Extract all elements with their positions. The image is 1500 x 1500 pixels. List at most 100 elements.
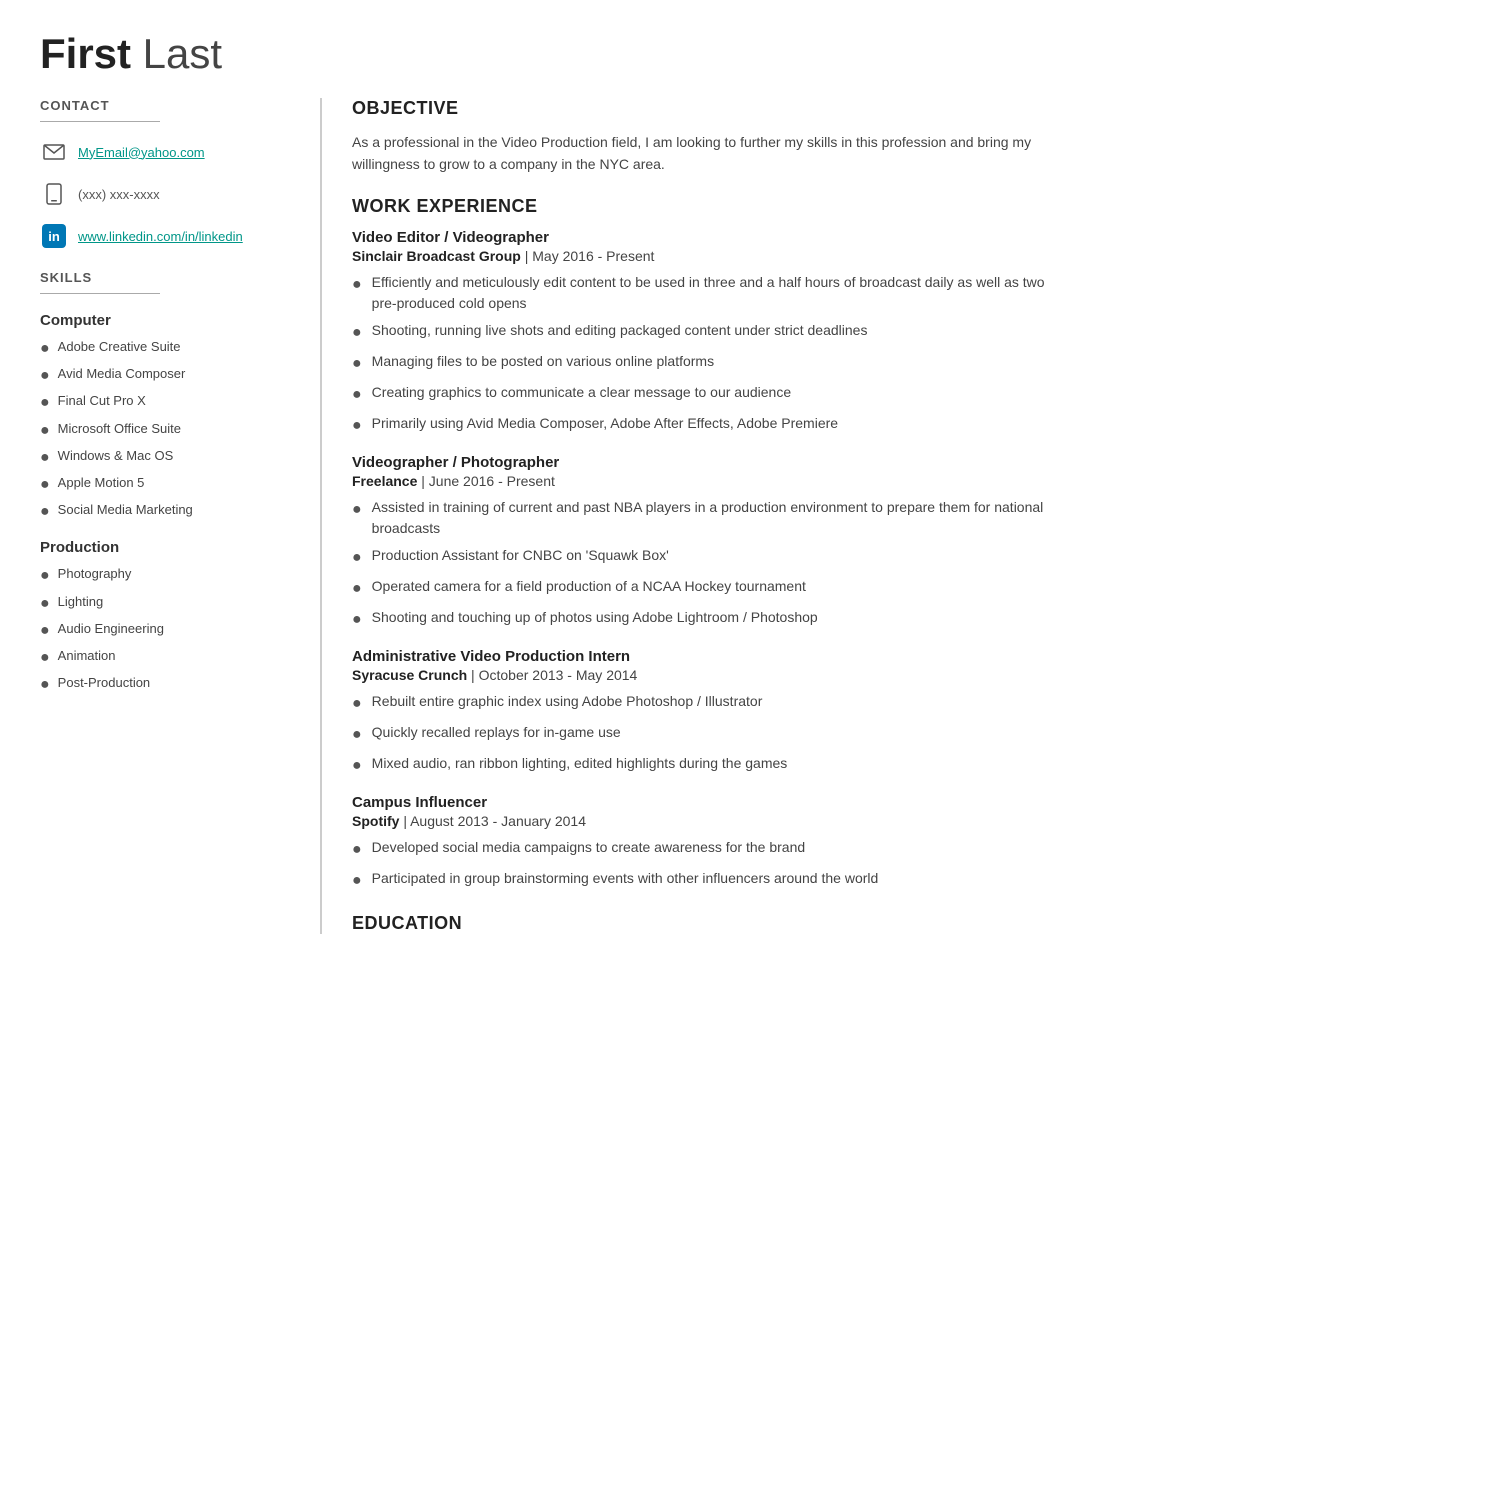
- bullet-dot: ●: [352, 414, 362, 438]
- skills-divider: [40, 293, 160, 294]
- job-company-3: Syracuse Crunch | October 2013 - May 201…: [352, 667, 1060, 683]
- bullet-text: Efficiently and meticulously edit conten…: [372, 272, 1060, 314]
- job-company-4: Spotify | August 2013 - January 2014: [352, 813, 1060, 829]
- skill-item: ● Windows & Mac OS: [40, 448, 300, 467]
- skill-item: ● Avid Media Composer: [40, 366, 300, 385]
- objective-text: As a professional in the Video Productio…: [352, 131, 1060, 176]
- first-name: First: [40, 30, 131, 77]
- bullet: ●: [40, 475, 50, 494]
- contact-phone-row: (xxx) xxx-xxxx: [40, 180, 300, 208]
- bullet-dot: ●: [352, 692, 362, 716]
- skills-title: SKILLS: [40, 270, 300, 285]
- bullet-text: Primarily using Avid Media Composer, Ado…: [372, 413, 838, 434]
- name-header: First Last: [40, 30, 1060, 78]
- skill-label: Adobe Creative Suite: [58, 339, 181, 354]
- bullet: ●: [40, 339, 50, 358]
- job-entry-4: Campus Influencer Spotify | August 2013 …: [352, 794, 1060, 893]
- phone-icon: [40, 180, 68, 208]
- skill-item: ● Final Cut Pro X: [40, 393, 300, 412]
- bullet-dot: ●: [352, 838, 362, 862]
- skill-item: ●Lighting: [40, 594, 300, 613]
- skill-item: ●Animation: [40, 648, 300, 667]
- bullet-dot: ●: [352, 869, 362, 893]
- objective-title: OBJECTIVE: [352, 98, 1060, 119]
- work-experience-section: WORK EXPERIENCE Video Editor / Videograp…: [352, 196, 1060, 893]
- production-category-title: Production: [40, 539, 300, 556]
- bullet-text: Assisted in training of current and past…: [372, 497, 1060, 539]
- skill-label: Avid Media Composer: [58, 366, 186, 381]
- job-bullets-3: ● Rebuilt entire graphic index using Adob…: [352, 691, 1060, 778]
- education-section: EDUCATION: [352, 913, 1060, 934]
- bullet-text: Quickly recalled replays for in-game use: [372, 722, 621, 743]
- job-bullet: ●Mixed audio, ran ribbon lighting, edite…: [352, 753, 1060, 778]
- skill-label: Windows & Mac OS: [58, 448, 174, 463]
- job-title-4: Campus Influencer: [352, 794, 1060, 811]
- skill-label: Photography: [58, 566, 132, 581]
- bullet-dot: ●: [352, 498, 362, 522]
- bullet-dot: ●: [352, 577, 362, 601]
- bullet-dot: ●: [352, 352, 362, 376]
- bullet-text: Mixed audio, ran ribbon lighting, edited…: [372, 753, 788, 774]
- bullet: ●: [40, 366, 50, 385]
- bullet-text: Shooting and touching up of photos using…: [372, 607, 818, 628]
- email-link[interactable]: MyEmail@yahoo.com: [78, 145, 205, 160]
- job-bullet: ●Shooting, running live shots and editin…: [352, 320, 1060, 345]
- education-title: EDUCATION: [352, 913, 1060, 934]
- skill-label: Microsoft Office Suite: [58, 421, 181, 436]
- bullet-text: Rebuilt entire graphic index using Adobe…: [372, 691, 763, 712]
- skills-section: SKILLS Computer ●Adobe Creative Suite ●A…: [40, 270, 300, 694]
- job-bullet: ● Creating graphics to communicate a clea…: [352, 382, 1060, 407]
- bullet-text: Production Assistant for CNBC on 'Squawk…: [372, 545, 669, 566]
- bullet: ●: [40, 675, 50, 694]
- skill-item: ●Photography: [40, 566, 300, 585]
- computer-skills-list: ● Adobe Creative Suite ● Avid Media Compos…: [40, 339, 300, 521]
- skill-item: ● Adobe Creative Suite: [40, 339, 300, 358]
- contact-title: CONTACT: [40, 98, 300, 113]
- job-bullet: ● Developed social media campaigns to cre…: [352, 837, 1060, 862]
- bullet: ●: [40, 621, 50, 640]
- work-experience-title: WORK EXPERIENCE: [352, 196, 1060, 217]
- skill-label: Post-Production: [58, 675, 151, 690]
- bullet: ●: [40, 502, 50, 521]
- linkedin-link[interactable]: www.linkedin.com/in/linkedin: [78, 229, 243, 244]
- contact-divider: [40, 121, 160, 122]
- bullet-dot: ●: [352, 723, 362, 747]
- bullet-text: Developed social media campaigns to crea…: [372, 837, 805, 858]
- job-entry-3: Administrative Video Production Intern S…: [352, 648, 1060, 778]
- skill-label: Audio Engineering: [58, 621, 164, 636]
- job-bullet: ● Shooting and touching up of photos usin…: [352, 607, 1060, 632]
- bullet: ●: [40, 393, 50, 412]
- skill-label: Final Cut Pro X: [58, 393, 146, 408]
- job-bullets-1: ● Efficiently and meticulously edit conte…: [352, 272, 1060, 438]
- job-bullets-2: ● Assisted in training of current and pas…: [352, 497, 1060, 632]
- bullet: ●: [40, 421, 50, 440]
- phone-text: (xxx) xxx-xxxx: [78, 187, 160, 202]
- skill-item: ● Audio Engineering: [40, 621, 300, 640]
- job-bullet: ●Participated in group brainstorming eve…: [352, 868, 1060, 893]
- bullet-dot: ●: [352, 321, 362, 345]
- contact-section: CONTACT MyEmail@yahoo.com: [40, 98, 300, 250]
- bullet-text: Managing files to be posted on various o…: [372, 351, 714, 372]
- job-entry-1: Video Editor / Videographer Sinclair Bro…: [352, 229, 1060, 438]
- job-bullet: ●Production Assistant for CNBC on 'Squaw…: [352, 545, 1060, 570]
- skill-label: Apple Motion 5: [58, 475, 145, 490]
- job-bullet: ● Rebuilt entire graphic index using Adob…: [352, 691, 1060, 716]
- contact-linkedin-row: in www.linkedin.com/in/linkedin: [40, 222, 300, 250]
- skill-item: ● Microsoft Office Suite: [40, 421, 300, 440]
- job-bullet: ● Managing files to be posted on various …: [352, 351, 1060, 376]
- job-title-1: Video Editor / Videographer: [352, 229, 1060, 246]
- job-bullet: ● Efficiently and meticulously edit conte…: [352, 272, 1060, 314]
- skill-item: ● Post-Production: [40, 675, 300, 694]
- job-company-1: Sinclair Broadcast Group | May 2016 - Pr…: [352, 248, 1060, 264]
- bullet-dot: ●: [352, 383, 362, 407]
- linkedin-icon: in: [40, 222, 68, 250]
- skill-label: Lighting: [58, 594, 104, 609]
- bullet: ●: [40, 448, 50, 467]
- bullet-text: Operated camera for a field production o…: [372, 576, 806, 597]
- bullet-dot: ●: [352, 273, 362, 297]
- bullet-dot: ●: [352, 608, 362, 632]
- last-name: Last: [131, 30, 222, 77]
- bullet-text: Creating graphics to communicate a clear…: [372, 382, 791, 403]
- job-bullet: ● Assisted in training of current and pas…: [352, 497, 1060, 539]
- job-bullet: ● Operated camera for a field production …: [352, 576, 1060, 601]
